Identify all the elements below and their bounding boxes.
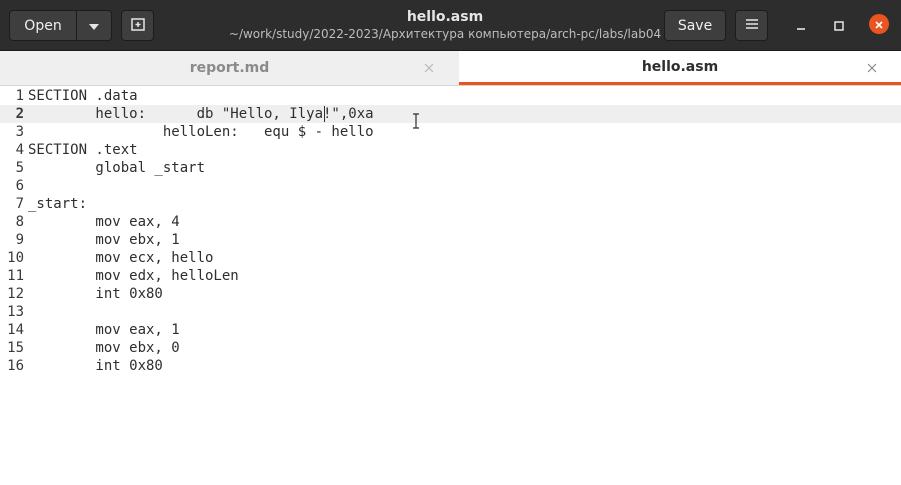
code-line[interactable]: 4 SECTION .text <box>0 141 901 159</box>
line-number: 8 <box>15 214 24 230</box>
code-line[interactable]: 14 mov eax, 1 <box>0 321 901 339</box>
minimize-icon <box>796 16 806 35</box>
tab-bar: report.md hello.asm <box>0 51 901 86</box>
code-line[interactable]: 2 hello: db "Hello, Ilya!",0xa <box>0 105 901 123</box>
hamburger-menu-icon <box>745 18 758 34</box>
code-text: mov ebx, 0 <box>28 340 180 356</box>
open-button[interactable]: Open <box>9 10 77 41</box>
close-icon <box>867 63 877 73</box>
code-line[interactable]: 8 mov eax, 4 <box>0 213 901 231</box>
line-number: 6 <box>15 178 24 194</box>
code-text: global _start <box>28 160 206 176</box>
code-line[interactable]: 12 int 0x80 <box>0 285 901 303</box>
new-tab-icon <box>130 17 145 35</box>
code-line[interactable]: 9 mov ebx, 1 <box>0 231 901 249</box>
code-line[interactable]: 6 <box>0 177 901 195</box>
text-caret <box>324 106 326 122</box>
window-subtitle-path: ~/work/study/2022-2023/Архитектура компь… <box>228 27 662 41</box>
save-button[interactable]: Save <box>664 10 726 41</box>
line-number: 13 <box>7 304 24 320</box>
line-number: 9 <box>15 232 24 248</box>
tab-hello-asm[interactable]: hello.asm <box>459 51 901 85</box>
line-number: 2 <box>15 106 24 122</box>
maximize-icon <box>834 16 844 35</box>
code-line[interactable]: 10 mov ecx, hello <box>0 249 901 267</box>
code-text: int 0x80 <box>28 358 163 374</box>
code-text: hello: db "Hello, Ilya!",0xa <box>28 106 374 122</box>
open-button-label: Open <box>24 17 62 34</box>
tab-close-button[interactable] <box>864 60 880 76</box>
code-line[interactable]: 1 SECTION .data <box>0 87 901 105</box>
code-line[interactable]: 15 mov ebx, 0 <box>0 339 901 357</box>
tab-label: report.md <box>189 60 270 76</box>
maximize-button[interactable] <box>829 15 849 35</box>
code-text: int 0x80 <box>28 286 163 302</box>
code-line[interactable]: 3 helloLen: equ $ - hello <box>0 123 901 141</box>
code-line[interactable]: 11 mov edx, helloLen <box>0 267 901 285</box>
code-line[interactable]: 13 <box>0 303 901 321</box>
code-line[interactable]: 7 _start: <box>0 195 901 213</box>
save-button-label: Save <box>677 17 713 34</box>
code-text: SECTION .text <box>28 142 138 158</box>
line-number: 5 <box>15 160 24 176</box>
code-text: mov eax, 1 <box>28 322 180 338</box>
code-text: SECTION .data <box>28 88 138 104</box>
line-number: 4 <box>15 142 24 158</box>
line-number: 1 <box>15 88 24 104</box>
close-window-button[interactable] <box>869 14 889 34</box>
code-line[interactable]: 5 global _start <box>0 159 901 177</box>
line-number: 7 <box>15 196 24 212</box>
header-bar: Open hello.asm ~/work/study/2022-2023/Ар… <box>0 0 901 51</box>
line-number: 10 <box>7 250 24 266</box>
code-text: _start: <box>28 196 88 212</box>
tab-report-md[interactable]: report.md <box>0 51 459 85</box>
minimize-button[interactable] <box>791 15 811 35</box>
code-text: mov edx, helloLen <box>28 268 239 284</box>
line-number: 12 <box>7 286 24 302</box>
code-line[interactable]: 16 int 0x80 <box>0 357 901 375</box>
line-number: 14 <box>7 322 24 338</box>
code-text: mov ebx, 1 <box>28 232 180 248</box>
new-tab-button[interactable] <box>121 10 154 41</box>
line-number: 11 <box>7 268 24 284</box>
mouse-ibeam-cursor-icon <box>412 113 420 129</box>
close-icon <box>424 63 434 73</box>
window-title-area: hello.asm ~/work/study/2022-2023/Архитек… <box>200 8 690 42</box>
code-editor[interactable]: 1 SECTION .data 2 hello: db "Hello, Ilya!"… <box>0 87 901 485</box>
close-icon <box>874 15 884 34</box>
main-menu-button[interactable] <box>735 10 768 41</box>
tab-close-button[interactable] <box>421 60 437 76</box>
chevron-down-icon <box>89 18 99 34</box>
line-number: 3 <box>15 124 24 140</box>
code-text: mov eax, 4 <box>28 214 180 230</box>
open-menu-button[interactable] <box>77 10 112 41</box>
window-title: hello.asm <box>406 9 484 25</box>
line-number: 15 <box>7 340 24 356</box>
code-text: helloLen: equ $ - hello <box>28 124 374 140</box>
tab-label: hello.asm <box>641 58 719 75</box>
line-number: 16 <box>7 358 24 374</box>
code-text: mov ecx, hello <box>28 250 214 266</box>
